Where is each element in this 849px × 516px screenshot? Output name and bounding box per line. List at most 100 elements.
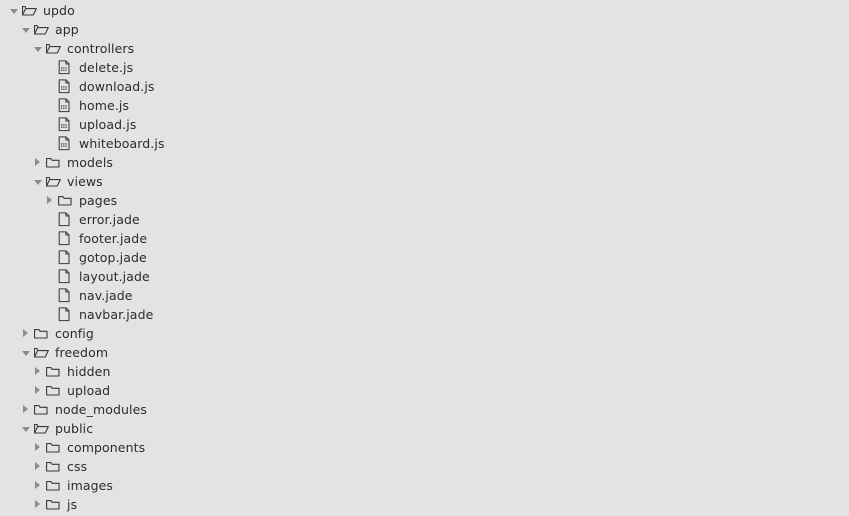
tree-item[interactable]: public [0,419,849,438]
folder-closed-icon [45,362,62,381]
tree-item-label: footer.jade [79,231,148,246]
folder-open-icon [33,419,50,438]
tree-item-label: nav.jade [79,288,133,303]
chevron-right-icon[interactable] [32,495,45,514]
file-script-icon [57,58,74,77]
tree-item[interactable]: gotop.jade [0,248,849,267]
chevron-right-icon[interactable] [32,153,45,172]
tree-item-label: app [55,22,79,37]
tree-item-label: node_modules [55,402,148,417]
folder-closed-icon [33,400,50,419]
tree-item-label: js [67,497,78,512]
folder-open-icon [21,1,38,20]
tree-item-label: navbar.jade [79,307,154,322]
chevron-down-icon[interactable] [32,172,45,191]
tree-item[interactable]: js [0,495,849,514]
chevron-right-icon[interactable] [32,476,45,495]
chevron-right-icon[interactable] [20,324,33,343]
chevron-right-icon[interactable] [32,362,45,381]
tree-item[interactable]: images [0,476,849,495]
chevron-right-icon[interactable] [32,381,45,400]
tree-item[interactable]: css [0,457,849,476]
chevron-right-icon[interactable] [32,457,45,476]
tree-item-label: config [55,326,94,341]
tree-item[interactable]: views [0,172,849,191]
folder-open-icon [33,343,50,362]
folder-closed-icon [45,457,62,476]
tree-item[interactable]: whiteboard.js [0,134,849,153]
tree-item[interactable]: nav.jade [0,286,849,305]
tree-item[interactable]: models [0,153,849,172]
tree-item-label: css [67,459,88,474]
chevron-down-icon[interactable] [20,343,33,362]
folder-closed-icon [45,381,62,400]
folder-closed-icon [57,191,74,210]
tree-item[interactable]: config [0,324,849,343]
folder-closed-icon [45,438,62,457]
chevron-down-icon[interactable] [20,419,33,438]
file-icon [57,229,74,248]
file-icon [57,210,74,229]
folder-closed-icon [45,495,62,514]
folder-open-icon [45,39,62,58]
tree-item[interactable]: controllers [0,39,849,58]
tree-item[interactable]: home.js [0,96,849,115]
tree-item-label: pages [79,193,118,208]
tree-item[interactable]: updo [0,1,849,20]
tree-item[interactable]: layout.jade [0,267,849,286]
tree-item-label: delete.js [79,60,134,75]
tree-item[interactable]: upload [0,381,849,400]
chevron-right-icon[interactable] [44,191,57,210]
file-tree[interactable]: updo app controllers delete.js download.js ho… [0,0,849,516]
tree-item-label: models [67,155,114,170]
tree-item[interactable]: freedom [0,343,849,362]
file-script-icon [57,96,74,115]
tree-item[interactable]: download.js [0,77,849,96]
tree-item[interactable]: navbar.jade [0,305,849,324]
tree-item[interactable]: pages [0,191,849,210]
chevron-down-icon[interactable] [20,20,33,39]
tree-item-label: images [67,478,114,493]
tree-item[interactable]: error.jade [0,210,849,229]
tree-item-label: components [67,440,146,455]
chevron-down-icon[interactable] [32,39,45,58]
tree-item[interactable]: node_modules [0,400,849,419]
tree-item[interactable]: upload.js [0,115,849,134]
tree-item-label: home.js [79,98,130,113]
chevron-right-icon[interactable] [20,400,33,419]
tree-item[interactable]: components [0,438,849,457]
tree-item[interactable]: hidden [0,362,849,381]
tree-item-label: layout.jade [79,269,150,284]
chevron-right-icon[interactable] [32,438,45,457]
chevron-down-icon[interactable] [8,1,21,20]
tree-item[interactable]: footer.jade [0,229,849,248]
file-script-icon [57,134,74,153]
tree-item[interactable]: app [0,20,849,39]
tree-item[interactable]: delete.js [0,58,849,77]
tree-item-label: views [67,174,103,189]
